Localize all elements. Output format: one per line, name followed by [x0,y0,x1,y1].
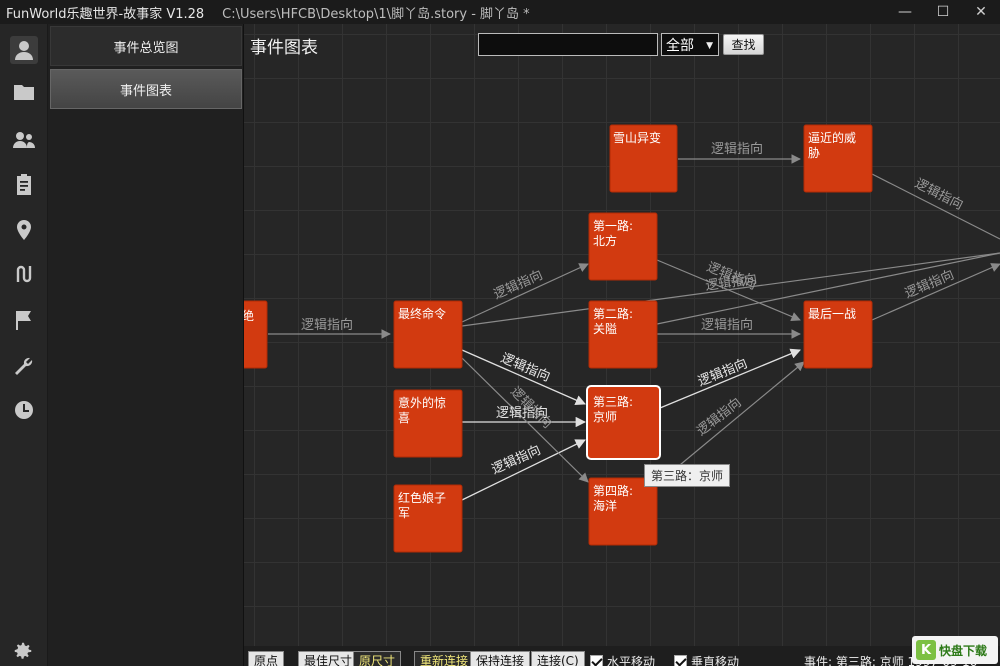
side-navigation: 事件总览图 事件图表 [48,24,244,666]
event-node[interactable]: 第四路: 海洋 [588,477,658,546]
vertical-move-checkbox[interactable]: 垂直移动 [674,653,739,666]
node-label: 北方 [593,233,617,248]
horizontal-move-label: 水平移动 [607,655,656,666]
node-label: 关隘 [593,321,617,336]
event-node[interactable]: 第一路: 北方 [588,212,658,281]
route-icon[interactable] [10,260,38,288]
origin-button[interactable]: 原点 [248,651,285,666]
nodes: 绝 最终命令 意外的惊 喜 红色娘子 军 雪山异变 第一路: 北方 第二路: 关… [244,124,873,553]
link-button[interactable]: 连接(C) [531,651,585,666]
node-label: 最后一战 [808,307,856,321]
edge-label: 逻辑指向 [491,267,545,303]
clock-icon[interactable] [10,396,38,424]
node-label: 雪山异变 [613,130,661,145]
close-button[interactable]: ✕ [962,0,1000,24]
flag-icon[interactable] [10,306,38,334]
node-label: 第一路: [593,218,633,233]
event-chart-canvas[interactable]: 事件图表 全部 ▼ 查找 逻辑指向 逻辑指向 逻辑指向 逻辑指向 逻辑指向 逻辑… [244,24,1000,666]
fit-size-button[interactable]: 最佳尺寸 [298,651,359,666]
node-label: 意外的惊 [398,395,446,410]
event-node[interactable]: 意外的惊 喜 [393,389,463,458]
event-node[interactable]: 绝 [244,300,268,369]
keep-link-button[interactable]: 保持连接 [470,651,531,666]
bottom-toolbar: 原点 最佳尺寸 原尺寸 重新连接 保持连接 连接(C) 水平移动 垂直移动 事件… [244,646,1000,666]
node-label: 红色娘子 [398,490,446,505]
clipboard-icon[interactable] [10,170,38,198]
node-label: 海洋 [593,498,617,513]
edge-label: 逻辑指向 [701,317,753,333]
edge-n9-out [871,173,1000,240]
app-title: FunWorld乐趣世界-故事家 V1.28 [6,6,205,22]
node-label: 逼近的威 [808,130,856,145]
minimize-button[interactable]: — [886,0,924,24]
event-node-selected[interactable]: 第三路: 京师 [586,385,661,460]
title-bar: FunWorld乐趣世界-故事家 V1.28 C:\Users\HFCB\Des… [0,0,1000,24]
node-tooltip: 第三路：京师 [644,464,731,487]
wrench-icon[interactable] [10,352,38,380]
event-node[interactable]: 最终命令 [393,300,463,369]
edge-n10-out [871,263,1000,321]
checkbox-checked-icon [674,655,687,666]
node-label: 第四路: [593,483,633,498]
nav-event-overview[interactable]: 事件总览图 [50,26,242,66]
folder-icon[interactable] [10,78,38,106]
event-node[interactable]: 雪山异变 [609,124,678,193]
location-pin-icon[interactable] [10,216,38,244]
edge-label: 逻辑指向 [711,141,763,157]
node-label: 第二路: [593,306,633,321]
watermark-logo: K 快盘下载 [912,636,998,664]
icon-rail [0,24,48,666]
node-label: 军 [398,506,410,520]
event-graph: 逻辑指向 逻辑指向 逻辑指向 逻辑指向 逻辑指向 逻辑指向 逻辑指向 逻辑指向 … [244,124,1000,553]
node-label: 胁 [808,145,820,160]
edge-label: 逻辑指向 [696,355,750,389]
nav-event-chart[interactable]: 事件图表 [50,69,242,109]
event-node[interactable]: 红色娘子 军 [393,484,463,553]
watermark-text: 快盘下载 [939,643,988,658]
edge-label: 逻辑指向 [301,317,353,333]
vertical-move-label: 垂直移动 [691,655,740,666]
edge-n1-n5 [461,263,589,323]
node-label: 最终命令 [398,306,446,321]
node-label: 喜 [398,411,410,425]
checkbox-checked-icon [590,655,603,666]
node-label: 绝 [244,308,254,323]
edge-label: 逻辑指向 [489,442,543,478]
relink-button[interactable]: 重新连接 [414,651,475,666]
event-node[interactable]: 最后一战 [803,300,873,369]
horizontal-move-checkbox[interactable]: 水平移动 [590,653,655,666]
node-label: 京师 [593,410,617,424]
window-controls: — ☐ ✕ [886,0,1000,24]
gear-icon[interactable] [12,640,34,662]
edge-label: 逻辑指向 [498,350,552,385]
document-path: C:\Users\HFCB\Desktop\1\脚丫岛.story - 脚丫岛 … [222,6,530,22]
people-icon[interactable] [10,126,38,154]
event-node[interactable]: 第二路: 关隘 [588,300,658,369]
event-node[interactable]: 逼近的威 胁 [803,124,873,193]
maximize-button[interactable]: ☐ [924,0,962,24]
node-label: 第三路: [593,394,633,409]
original-size-button[interactable]: 原尺寸 [353,651,402,666]
user-icon[interactable] [10,36,38,64]
watermark-k-icon: K [916,640,936,660]
